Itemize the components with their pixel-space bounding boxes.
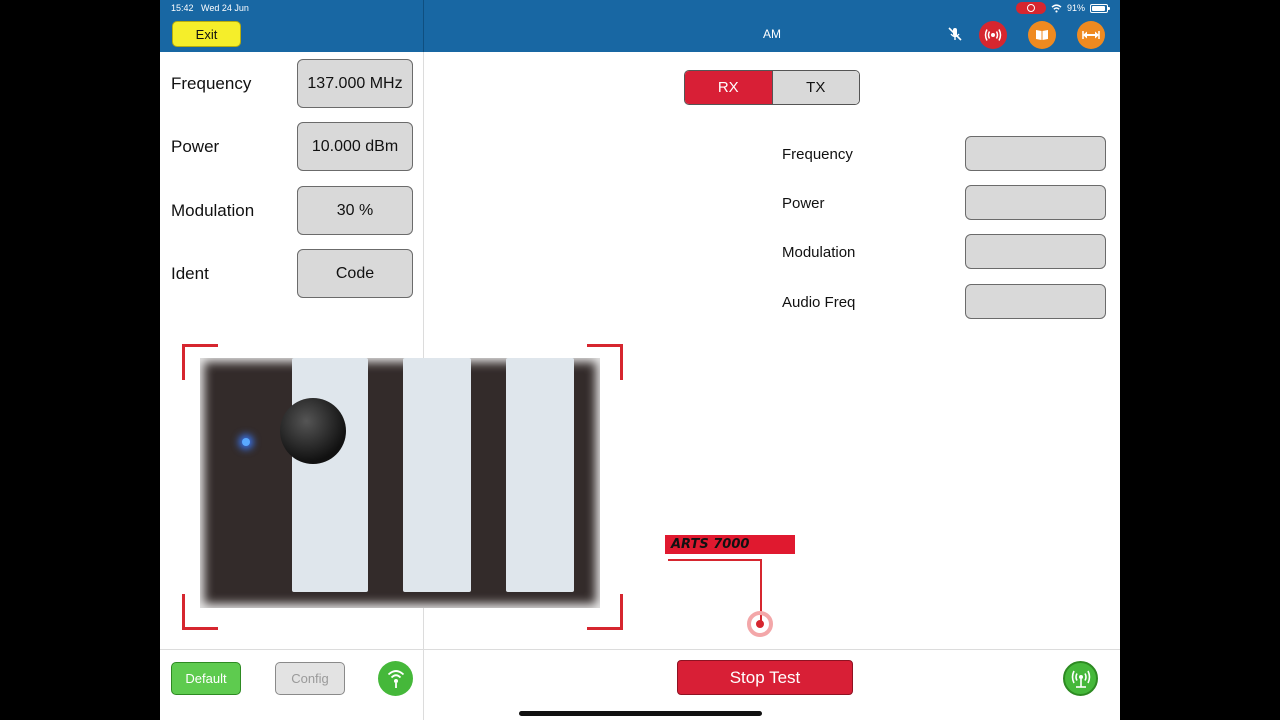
- date: Wed 24 Jun: [201, 3, 249, 13]
- modulation-field[interactable]: 30 %: [297, 186, 413, 235]
- status-indicators: 91%: [1015, 2, 1110, 14]
- home-indicator[interactable]: [519, 711, 762, 716]
- ident-label: Ident: [171, 264, 209, 283]
- status-time: 15:42 Wed 24 Jun: [171, 3, 249, 13]
- camera-view: [182, 344, 623, 630]
- stop-test-button[interactable]: Stop Test: [677, 660, 853, 695]
- measured-power-label: Power: [782, 195, 825, 212]
- battery-level: [1092, 5, 1105, 11]
- broadcast-icon[interactable]: [378, 661, 413, 696]
- app-screen: 15:42 Wed 24 Jun 91% Exit AM Frequency 1…: [160, 0, 1120, 720]
- book-icon[interactable]: [1028, 21, 1056, 49]
- ar-marker-label: ARTS 7000: [665, 535, 795, 554]
- measured-audio-freq-label: Audio Freq: [782, 294, 856, 311]
- wifi-status-icon: [1051, 3, 1062, 13]
- battery-percent: 91%: [1066, 3, 1085, 13]
- frequency-field[interactable]: 137.000 MHz: [297, 59, 413, 108]
- resize-arrows-icon[interactable]: [1077, 21, 1105, 49]
- measured-frequency-label: Frequency: [782, 146, 853, 163]
- radio-signal-icon[interactable]: [979, 21, 1007, 49]
- screen-recording-icon: [1015, 2, 1046, 14]
- module-slot: [506, 358, 574, 592]
- module-slot: [403, 358, 471, 592]
- antenna-icon[interactable]: [1063, 661, 1098, 696]
- measured-audio-freq-field: [965, 284, 1106, 319]
- measured-modulation-field: [965, 234, 1106, 269]
- top-bar: 15:42 Wed 24 Jun 91% Exit AM: [160, 0, 1120, 52]
- ident-field[interactable]: Code: [297, 249, 413, 298]
- modulation-label: Modulation: [171, 201, 255, 220]
- instrument-panel-image: [200, 358, 600, 608]
- target-icon[interactable]: [746, 610, 774, 638]
- power-led: [242, 438, 250, 446]
- ar-marker-leader: [668, 559, 762, 561]
- mute-icon[interactable]: [947, 26, 963, 42]
- module-slot: [292, 358, 368, 592]
- tab-rx[interactable]: RX: [685, 71, 773, 104]
- measured-power-field: [965, 185, 1106, 220]
- mode-title: AM: [763, 27, 781, 41]
- measured-modulation-label: Modulation: [782, 244, 856, 261]
- power-label: Power: [171, 137, 220, 156]
- control-knob: [280, 398, 346, 464]
- power-field[interactable]: 10.000 dBm: [297, 122, 413, 171]
- exit-button[interactable]: Exit: [172, 21, 241, 47]
- clock: 15:42: [171, 3, 194, 13]
- rx-tx-toggle: RX TX: [684, 70, 860, 105]
- tab-tx[interactable]: TX: [772, 71, 859, 104]
- battery-icon: [1090, 3, 1110, 13]
- frequency-label: Frequency: [171, 74, 252, 93]
- config-button[interactable]: Config: [275, 662, 345, 695]
- default-button[interactable]: Default: [171, 662, 241, 695]
- measured-frequency-field: [965, 136, 1106, 171]
